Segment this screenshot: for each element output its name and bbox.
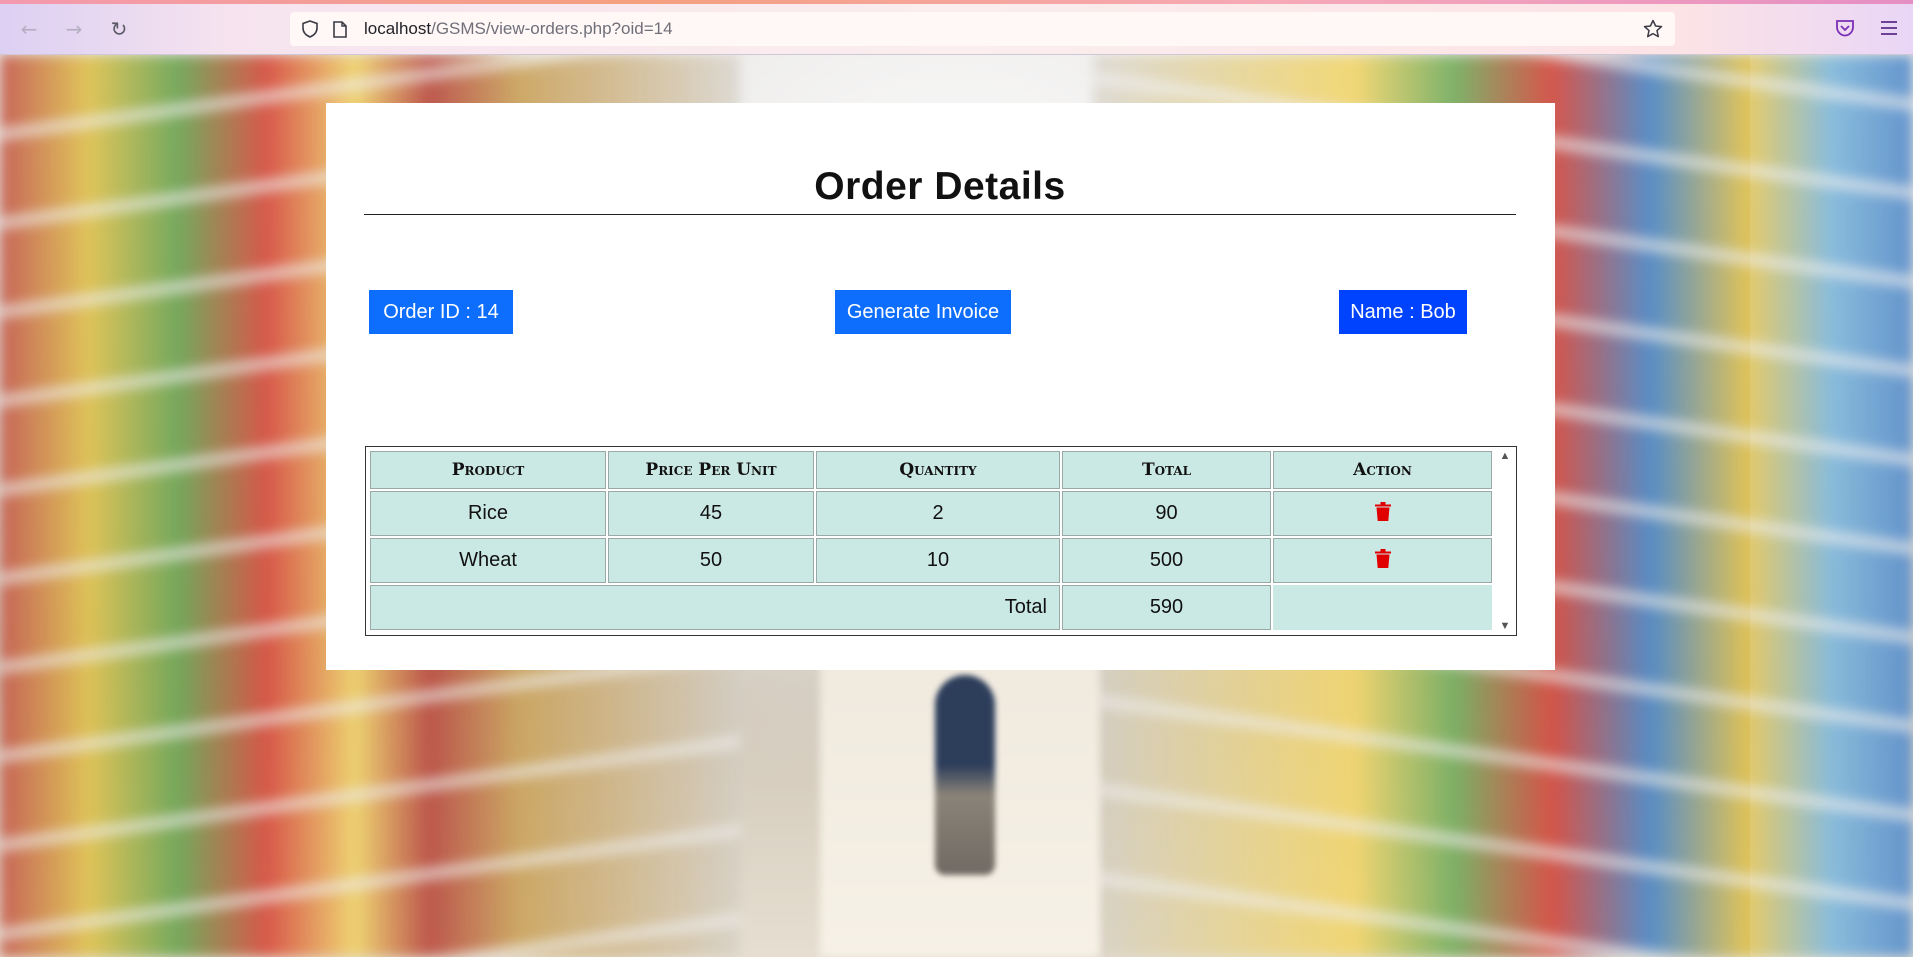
customer-name-badge: Name : Bob	[1339, 290, 1467, 334]
trash-icon[interactable]	[1373, 499, 1393, 523]
cell-action	[1273, 538, 1492, 583]
total-label: Total	[370, 585, 1060, 630]
header-action: Action	[1273, 451, 1492, 489]
order-items-table: Product Price Per Unit Quantity Total Ac…	[368, 449, 1494, 632]
cell-total: 500	[1062, 538, 1271, 583]
browser-toolbar: ← → ↻ localhost/GSMS/view-orders.php?oid…	[0, 0, 1913, 55]
shopper-figure	[935, 675, 995, 875]
cell-quantity: 10	[816, 538, 1060, 583]
grand-total-value: 590	[1062, 585, 1271, 630]
right-overlay-panel	[1750, 55, 1913, 957]
title-divider	[364, 214, 1516, 215]
order-items-table-container[interactable]: Product Price Per Unit Quantity Total Ac…	[365, 446, 1517, 636]
trash-icon[interactable]	[1373, 546, 1393, 570]
header-total: Total	[1062, 451, 1271, 489]
menu-icon[interactable]	[1876, 15, 1902, 41]
table-total-row: Total 590	[370, 585, 1492, 630]
table-row: Rice 45 2 90	[370, 491, 1492, 536]
toolbar-accent-line	[0, 0, 1913, 4]
cell-product: Wheat	[370, 538, 606, 583]
address-bar[interactable]: localhost/GSMS/view-orders.php?oid=14	[290, 12, 1675, 46]
cell-product: Rice	[370, 491, 606, 536]
table-header-row: Product Price Per Unit Quantity Total Ac…	[370, 451, 1492, 489]
cell-action	[1273, 491, 1492, 536]
generate-invoice-button[interactable]: Generate Invoice	[835, 290, 1011, 334]
url-host: localhost	[364, 19, 432, 38]
cell-quantity: 2	[816, 491, 1060, 536]
page-icon	[330, 19, 350, 39]
scroll-up-icon[interactable]: ▲	[1498, 449, 1512, 463]
header-price-per-unit: Price Per Unit	[608, 451, 814, 489]
url-path: /GSMS/view-orders.php?oid=14	[431, 19, 673, 38]
total-row-empty-cell	[1273, 585, 1492, 630]
order-id-badge: Order ID : 14	[369, 290, 513, 334]
page-title: Order Details	[814, 165, 1066, 208]
bookmark-star-icon[interactable]	[1641, 17, 1665, 41]
cell-price: 45	[608, 491, 814, 536]
reload-icon[interactable]: ↻	[104, 14, 134, 44]
forward-icon[interactable]: →	[59, 14, 89, 44]
url-text[interactable]: localhost/GSMS/view-orders.php?oid=14	[364, 19, 673, 39]
header-quantity: Quantity	[816, 451, 1060, 489]
cell-total: 90	[1062, 491, 1271, 536]
header-product: Product	[370, 451, 606, 489]
order-details-card: Order Details Order ID : 14 Generate Inv…	[326, 103, 1555, 670]
pocket-icon[interactable]	[1832, 15, 1858, 41]
back-icon[interactable]: ←	[14, 14, 44, 44]
table-scrollbar[interactable]: ▲ ▼	[1494, 447, 1516, 635]
scroll-down-icon[interactable]: ▼	[1498, 619, 1512, 633]
shield-icon[interactable]	[300, 19, 320, 39]
cell-price: 50	[608, 538, 814, 583]
table-row: Wheat 50 10 500	[370, 538, 1492, 583]
